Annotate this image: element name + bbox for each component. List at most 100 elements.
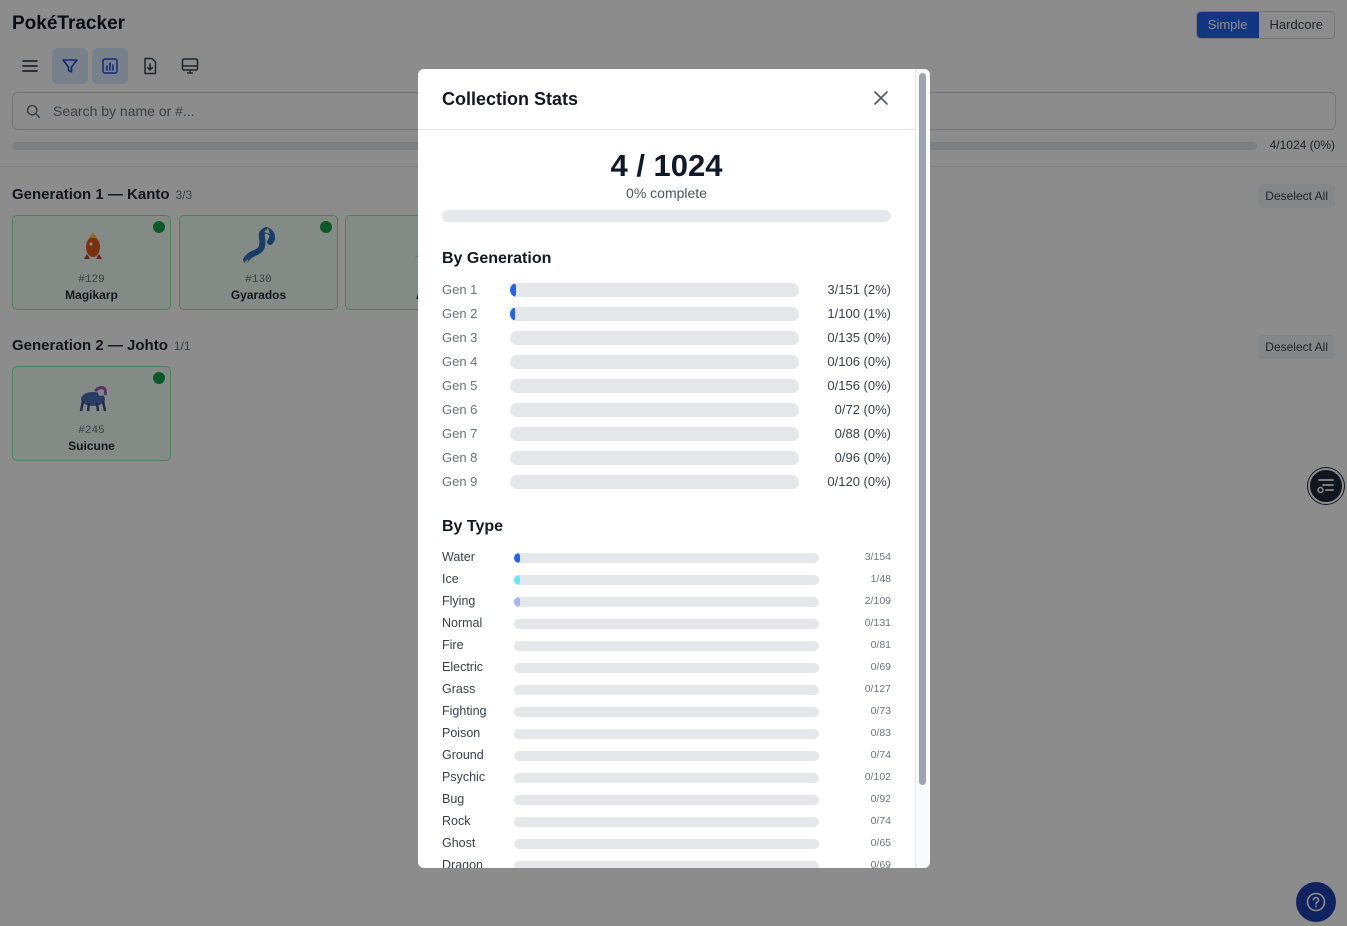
generation-stat-bar xyxy=(510,427,799,441)
generation-stat-row: Gen 8 0/96 (0%) xyxy=(442,448,891,468)
generation-stat-label: Gen 5 xyxy=(442,378,478,393)
type-stat-row: Poison 0/83 xyxy=(442,725,891,743)
generation-stat-label: Gen 8 xyxy=(442,450,478,465)
type-stat-value: 0/74 xyxy=(870,749,891,761)
generation-stat-value: 0/106 (0%) xyxy=(827,354,891,369)
type-stat-row: Electric 0/69 xyxy=(442,659,891,677)
modal-title: Collection Stats xyxy=(442,89,579,109)
type-stat-row: Normal 0/131 xyxy=(442,615,891,633)
generation-stat-label: Gen 9 xyxy=(442,474,478,489)
type-stat-label: Flying xyxy=(442,594,476,608)
type-stat-bar xyxy=(514,729,819,739)
generation-stat-fill xyxy=(510,307,515,321)
type-stat-label: Grass xyxy=(442,682,476,696)
type-stat-fill xyxy=(514,575,521,585)
by-generation-title: By Generation xyxy=(442,250,552,267)
type-stat-bar xyxy=(514,641,819,651)
type-stat-label: Poison xyxy=(442,726,481,740)
type-stat-bar xyxy=(514,795,819,805)
type-stat-value: 1/48 xyxy=(870,573,891,585)
generation-stat-value: 0/96 (0%) xyxy=(834,450,891,465)
by-type-title: By Type xyxy=(442,518,504,535)
collection-stats-modal: Collection Stats 4 / 1024 0% complete By… xyxy=(418,69,930,868)
type-stat-value: 0/69 xyxy=(870,661,891,673)
total-progress-bar xyxy=(442,210,891,222)
type-stat-row: Fighting 0/73 xyxy=(442,703,891,721)
generation-stat-value: 0/72 (0%) xyxy=(834,402,891,417)
close-icon[interactable] xyxy=(871,88,891,108)
generation-stat-bar xyxy=(510,451,799,465)
type-stat-label: Ghost xyxy=(442,836,476,850)
generation-stat-row: Gen 5 0/156 (0%) xyxy=(442,376,891,396)
type-stat-value: 0/127 xyxy=(864,683,891,695)
type-stat-label: Fighting xyxy=(442,704,487,718)
generation-stat-label: Gen 4 xyxy=(442,354,478,369)
type-stat-value: 0/73 xyxy=(870,705,891,717)
generation-stat-bar xyxy=(510,283,799,297)
type-stat-bar xyxy=(514,685,819,695)
type-stat-value: 0/83 xyxy=(870,727,891,739)
generation-stat-label: Gen 1 xyxy=(442,282,478,297)
generation-stat-bar xyxy=(510,403,799,417)
generation-stat-label: Gen 2 xyxy=(442,306,478,321)
modal-scrollbar[interactable] xyxy=(915,69,930,868)
generation-stat-value: 0/120 (0%) xyxy=(827,474,891,489)
generation-stat-bar xyxy=(510,331,799,345)
generation-stat-value: 0/88 (0%) xyxy=(834,426,891,441)
generation-stat-bar xyxy=(510,307,799,321)
generation-stat-label: Gen 7 xyxy=(442,426,478,441)
generation-stat-row: Gen 6 0/72 (0%) xyxy=(442,400,891,420)
type-stat-value: 0/131 xyxy=(864,617,891,629)
type-stat-row: Ghost 0/65 xyxy=(442,835,891,853)
type-stat-bar xyxy=(514,575,819,585)
generation-stat-value: 0/135 (0%) xyxy=(827,330,891,345)
generation-stat-bar xyxy=(510,379,799,393)
type-stat-fill xyxy=(514,597,520,607)
type-stat-row: Grass 0/127 xyxy=(442,681,891,699)
generation-stat-row: Gen 7 0/88 (0%) xyxy=(442,424,891,444)
type-stat-value: 0/92 xyxy=(870,793,891,805)
type-stat-label: Rock xyxy=(442,814,471,828)
type-stat-bar xyxy=(514,839,819,849)
generation-stat-row: Gen 9 0/120 (0%) xyxy=(442,472,891,492)
generation-stat-label: Gen 6 xyxy=(442,402,478,417)
type-stat-bar xyxy=(514,663,819,673)
type-stat-value: 0/102 xyxy=(864,771,891,783)
type-stat-row: Psychic 0/102 xyxy=(442,769,891,787)
generation-stat-value: 3/151 (2%) xyxy=(827,282,891,297)
type-stat-label: Dragon xyxy=(442,858,483,868)
type-stat-bar xyxy=(514,861,819,868)
type-stat-label: Normal xyxy=(442,616,483,630)
total-count: 4 / 1024 xyxy=(610,148,723,183)
generation-stat-row: Gen 2 1/100 (1%) xyxy=(442,304,891,324)
generation-stat-value: 0/156 (0%) xyxy=(827,378,891,393)
type-stat-bar xyxy=(514,707,819,717)
modal-header: Collection Stats xyxy=(418,69,915,130)
type-stat-bar xyxy=(514,773,819,783)
type-stat-value: 2/109 xyxy=(864,595,891,607)
generation-stat-row: Gen 4 0/106 (0%) xyxy=(442,352,891,372)
type-stat-row: Bug 0/92 xyxy=(442,791,891,809)
type-stat-bar xyxy=(514,597,819,607)
scrollbar-thumb[interactable] xyxy=(919,73,926,785)
type-stat-value: 3/154 xyxy=(864,551,891,563)
type-stat-row: Ice 1/48 xyxy=(442,571,891,589)
type-stat-bar xyxy=(514,817,819,827)
generation-stat-bar xyxy=(510,475,799,489)
generation-stat-row: Gen 1 3/151 (2%) xyxy=(442,280,891,300)
type-stat-row: Water 3/154 xyxy=(442,549,891,567)
type-stat-bar xyxy=(514,553,819,563)
generation-stat-row: Gen 3 0/135 (0%) xyxy=(442,328,891,348)
generation-stat-bar xyxy=(510,355,799,369)
type-stat-label: Ice xyxy=(442,572,459,586)
type-stat-fill xyxy=(514,553,520,563)
type-stat-value: 0/69 xyxy=(870,859,891,868)
generation-stat-label: Gen 3 xyxy=(442,330,478,345)
type-stat-row: Dragon 0/69 xyxy=(442,857,891,868)
generation-stat-value: 1/100 (1%) xyxy=(827,306,891,321)
type-stat-label: Electric xyxy=(442,660,483,674)
type-stat-label: Ground xyxy=(442,748,484,762)
type-stat-bar xyxy=(514,619,819,629)
type-stat-row: Ground 0/74 xyxy=(442,747,891,765)
type-stat-row: Fire 0/81 xyxy=(442,637,891,655)
